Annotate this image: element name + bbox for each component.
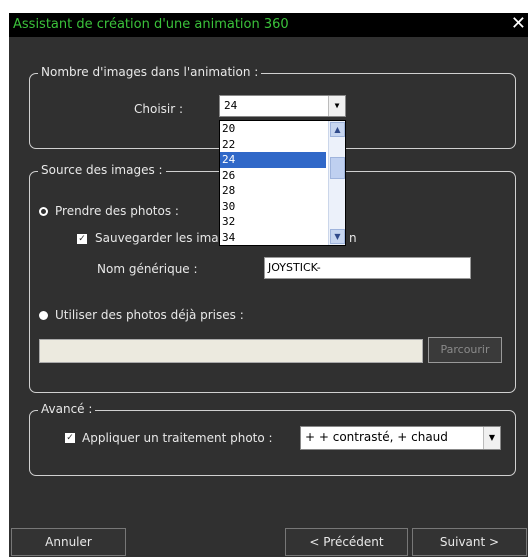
browse-button[interactable]: Parcourir xyxy=(428,337,502,363)
take-photos-radio[interactable] xyxy=(39,207,48,216)
dropdown-option[interactable]: 32 xyxy=(220,214,326,230)
images-count-value: 24 xyxy=(224,99,238,112)
dropdown-option-label: 20 xyxy=(222,122,236,135)
dropdown-option-label: 28 xyxy=(222,184,236,197)
dropdown-option[interactable]: 22 xyxy=(220,137,326,153)
scroll-down-icon[interactable]: ▼ xyxy=(330,229,345,244)
close-icon[interactable]: ✕ xyxy=(511,14,526,34)
dropdown-option-label: 26 xyxy=(222,168,236,182)
treatment-select[interactable]: + + contrasté, + chaud ▼ xyxy=(300,426,501,450)
treatment-value: + + contrasté, + chaud xyxy=(305,430,448,444)
images-count-dropdown[interactable]: 20 22 24 26 28 30 32 34 ▲ ▼ xyxy=(219,120,346,246)
generic-name-label: Nom générique : xyxy=(97,262,198,276)
dropdown-option-label: 24 xyxy=(222,153,236,166)
dropdown-option-label: 34 xyxy=(222,230,236,244)
use-existing-radio[interactable] xyxy=(39,311,48,320)
scroll-thumb[interactable] xyxy=(330,157,345,179)
chevron-down-icon[interactable]: ▼ xyxy=(483,427,500,449)
source-legend: Source des images : xyxy=(38,163,166,177)
save-images-label: Sauvegarder les ima xyxy=(95,231,219,245)
advanced-legend: Avancé : xyxy=(38,402,96,416)
previous-button[interactable]: < Précédent xyxy=(285,528,408,556)
use-existing-label: Utiliser des photos déjà prises : xyxy=(55,308,244,322)
dropdown-option[interactable]: 34 xyxy=(220,230,326,246)
chevron-down-icon[interactable]: ▼ xyxy=(328,96,345,116)
dropdown-option-label: 32 xyxy=(222,215,236,228)
take-photos-label: Prendre des photos : xyxy=(55,204,179,218)
dropdown-option[interactable]: 20 xyxy=(220,121,326,137)
next-button[interactable]: Suivant > xyxy=(412,528,527,556)
title-bar: Assistant de création d'une animation 36… xyxy=(9,13,528,37)
save-images-checkbox[interactable]: ✓ xyxy=(77,234,87,244)
dropdown-option-label: 22 xyxy=(222,137,236,151)
images-count-select[interactable]: 24 ▼ xyxy=(219,95,346,117)
dropdown-option-label: 30 xyxy=(222,199,236,213)
scroll-up-icon[interactable]: ▲ xyxy=(330,122,345,137)
choose-label: Choisir : xyxy=(134,102,184,116)
generic-name-value: JOYSTICK- xyxy=(268,261,321,274)
generic-name-input[interactable]: JOYSTICK- xyxy=(264,257,471,279)
images-count-legend: Nombre d'images dans l'animation : xyxy=(38,65,262,79)
dropdown-option[interactable]: 28 xyxy=(220,183,326,199)
dropdown-option[interactable]: 30 xyxy=(220,199,326,215)
apply-treatment-label: Appliquer un traitement photo : xyxy=(82,431,273,445)
wizard-window: Assistant de création d'une animation 36… xyxy=(9,13,528,557)
path-input[interactable] xyxy=(39,339,423,363)
dropdown-scrollbar[interactable]: ▲ ▼ xyxy=(328,121,345,245)
cancel-button[interactable]: Annuler xyxy=(11,528,126,556)
window-title: Assistant de création d'une animation 36… xyxy=(13,17,289,32)
dropdown-option[interactable]: 26 xyxy=(220,168,326,184)
dropdown-option[interactable]: 24 xyxy=(220,152,326,168)
save-images-label-tail: n xyxy=(349,231,357,245)
apply-treatment-checkbox[interactable]: ✓ xyxy=(65,433,75,443)
